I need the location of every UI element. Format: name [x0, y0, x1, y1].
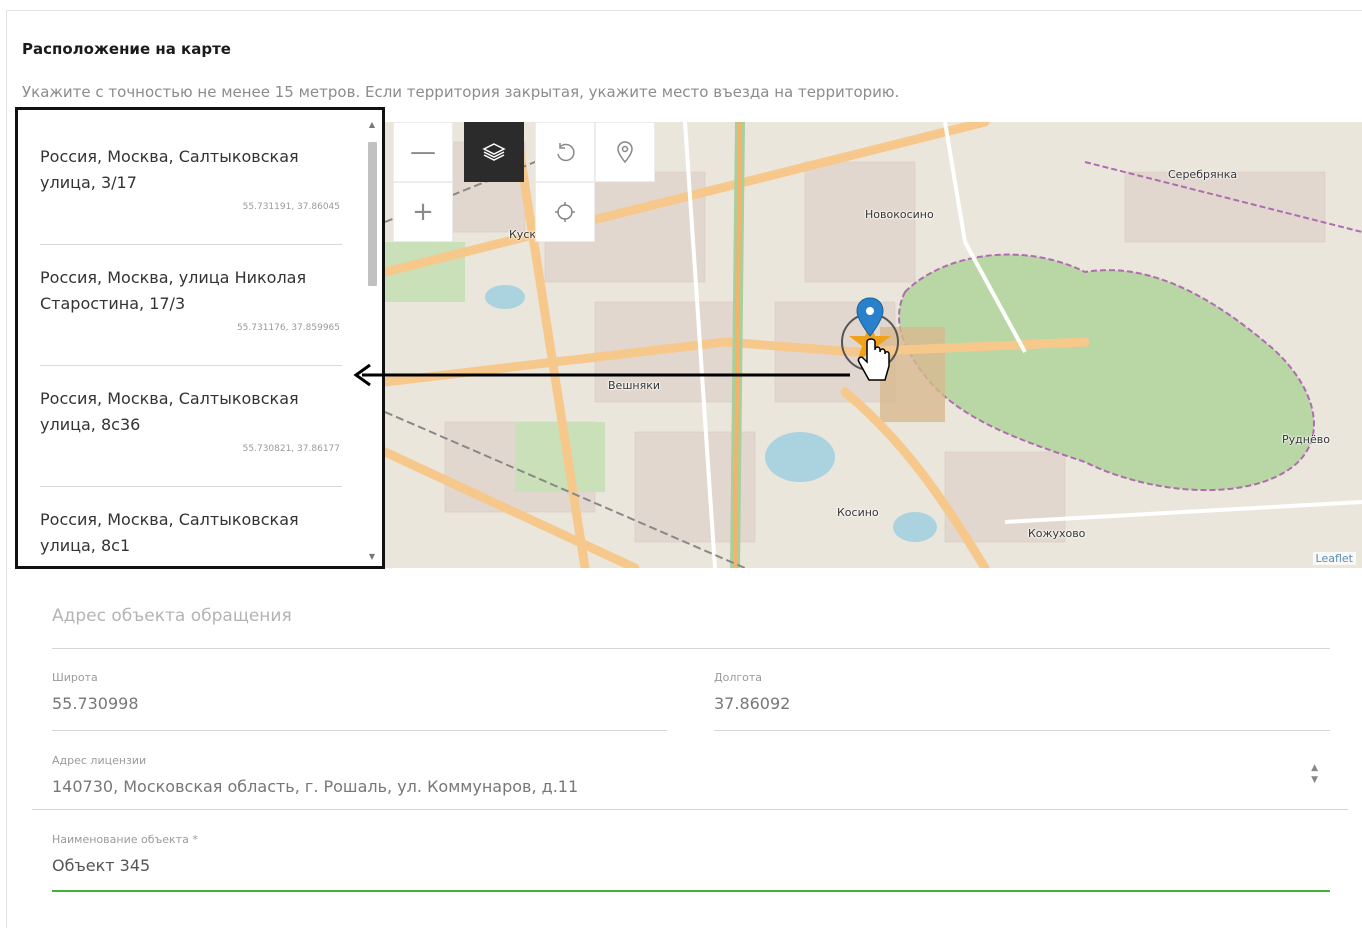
section-hint: Укажите с точностью не менее 15 метров. …: [22, 83, 900, 101]
latitude-label: Широта: [52, 671, 98, 684]
undo-button[interactable]: [535, 122, 595, 182]
scroll-down-arrow-icon[interactable]: ▼: [367, 552, 377, 562]
place-marker-button[interactable]: [595, 122, 655, 182]
latitude-field[interactable]: Широта 55.730998: [52, 671, 667, 731]
layers-icon: [482, 143, 506, 161]
section-title: Расположение на карте: [22, 40, 231, 58]
spin-up-icon[interactable]: ▲: [1311, 762, 1318, 774]
locate-button[interactable]: [535, 182, 595, 242]
suggestion-coords: 55.731176, 37.859965: [236, 323, 340, 333]
zoom-in-button[interactable]: +: [393, 182, 453, 242]
suggestion-coords: 55.731191, 37.86045: [242, 202, 340, 212]
address-suggestions-panel[interactable]: Россия, Москва, Салтыковская улица, 3/17…: [15, 107, 385, 569]
map-pin-icon: [617, 141, 633, 164]
map-label-kosino: Косино: [837, 506, 879, 519]
zoom-out-button[interactable]: —: [393, 122, 453, 182]
latitude-value: 55.730998: [52, 694, 139, 713]
license-address-spinner[interactable]: ▲ ▼: [1311, 762, 1318, 786]
suggestion-item[interactable]: Россия, Москва, улица Николая Старостина…: [40, 245, 342, 366]
map-label-kozhukhovo: Кожухово: [1028, 527, 1086, 540]
suggestion-address: Россия, Москва, Салтыковская улица, 8с1: [40, 510, 299, 555]
map-view[interactable]: Серебрянка Новокосино Куск Вешняки Руднё…: [385, 122, 1362, 568]
layers-button[interactable]: [464, 122, 524, 182]
license-address-value: 140730, Московская область, г. Рошаль, у…: [52, 777, 579, 796]
license-address-field[interactable]: Адрес лицензии 140730, Московская област…: [32, 754, 1348, 810]
suggestions-scrollbar[interactable]: ▲ ▼: [365, 120, 379, 562]
annotation-arrow: [353, 363, 850, 387]
object-name-input[interactable]: Объект 345: [52, 856, 1330, 875]
map-label-novokosino: Новокосино: [865, 208, 934, 221]
plus-icon: +: [412, 197, 434, 227]
object-name-field[interactable]: Наименование объекта * Объект 345: [52, 833, 1330, 892]
object-address-placeholder: Адрес объекта обращения: [52, 606, 292, 626]
undo-icon: [557, 143, 575, 162]
suggestion-item[interactable]: Россия, Москва, Салтыковская улица, 3/17…: [40, 124, 342, 245]
suggestion-address: Россия, Москва, Салтыковская улица, 3/17: [40, 147, 299, 192]
suggestion-coords: 55.730821, 37.86177: [242, 444, 340, 454]
suggestion-item[interactable]: Россия, Москва, Салтыковская улица, 8с1: [40, 487, 342, 566]
object-name-label: Наименование объекта *: [52, 833, 198, 846]
suggestion-address: Россия, Москва, улица Николая Старостина…: [40, 268, 307, 313]
map-tiles: [385, 122, 1362, 568]
crosshair-icon: [555, 202, 575, 222]
object-address-field[interactable]: Адрес объекта обращения: [52, 596, 1330, 649]
longitude-field[interactable]: Долгота 37.86092: [714, 671, 1330, 731]
map-label-rudnevo: Руднёво: [1282, 433, 1330, 446]
minus-icon: —: [410, 137, 436, 167]
suggestion-item[interactable]: Россия, Москва, Салтыковская улица, 8с36…: [40, 366, 342, 487]
longitude-value: 37.86092: [714, 694, 791, 713]
spin-down-icon[interactable]: ▼: [1311, 774, 1318, 786]
suggestion-address: Россия, Москва, Салтыковская улица, 8с36: [40, 389, 299, 434]
longitude-label: Долгота: [714, 671, 763, 684]
map-label-kusk: Куск: [509, 228, 537, 241]
scroll-thumb[interactable]: [368, 142, 377, 286]
map-label-serebryanka: Серебрянка: [1168, 168, 1238, 181]
map-attribution-link[interactable]: Leaflet: [1312, 552, 1356, 565]
license-address-label: Адрес лицензии: [52, 754, 147, 767]
scroll-up-arrow-icon[interactable]: ▲: [367, 120, 377, 130]
suggestions-list: Россия, Москва, Салтыковская улица, 3/17…: [40, 124, 342, 566]
